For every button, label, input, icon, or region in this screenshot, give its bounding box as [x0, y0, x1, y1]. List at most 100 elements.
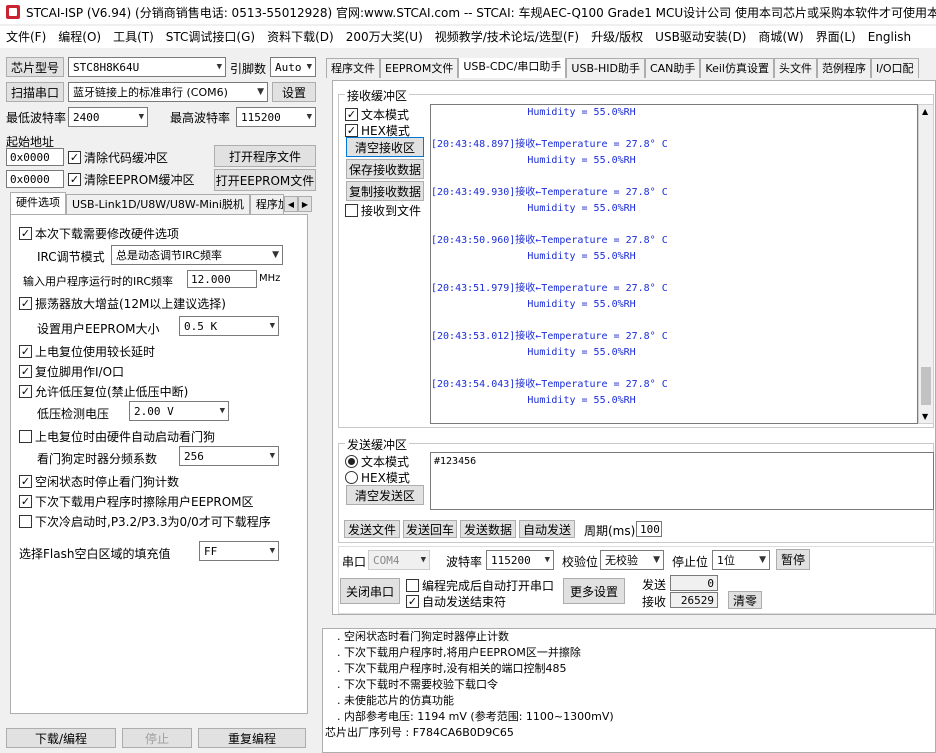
irc-mode-select[interactable]: 总是动态调节IRC频率 ▼: [111, 245, 283, 265]
auto-open-port-checkbox[interactable]: [406, 579, 419, 592]
menu-upgrade[interactable]: 升级/版权: [585, 26, 649, 48]
hw-option-erase-eeprom[interactable]: ✓ 下次下载用户程序时擦除用户EEPROM区: [19, 493, 254, 510]
menu-tools[interactable]: 工具(T): [107, 26, 160, 48]
lvd-select[interactable]: 2.00 V ▼: [129, 401, 229, 421]
tab-program-encrypt[interactable]: 程序加: [249, 194, 284, 214]
tab-eeprom-file[interactable]: EEPROM文件: [380, 58, 459, 78]
menu-prize[interactable]: 200万大奖(U): [340, 26, 429, 48]
chip-model-select[interactable]: STC8H8K64U ▼: [68, 57, 226, 77]
hw-option-modify[interactable]: ✓ 本次下载需要修改硬件选项: [19, 225, 179, 242]
clear-count-button[interactable]: 清零: [728, 591, 762, 609]
wdt-auto-checkbox[interactable]: [19, 430, 32, 443]
menu-file[interactable]: 文件(F): [0, 26, 52, 48]
download-program-button[interactable]: 下载/编程: [6, 728, 116, 748]
send-text-mode-radio[interactable]: [345, 455, 358, 468]
close-port-button[interactable]: 关闭串口: [340, 578, 400, 604]
more-settings-button[interactable]: 更多设置: [563, 578, 625, 604]
clear-code-checkbox[interactable]: ✓: [68, 151, 81, 164]
eeprom-size-select[interactable]: 0.5 K ▼: [179, 316, 279, 336]
menu-program[interactable]: 编程(O): [52, 26, 107, 48]
copy-receive-button[interactable]: 复制接收数据: [346, 181, 424, 201]
max-baud-select[interactable]: 115200 ▼: [236, 107, 316, 127]
cold-boot-checkbox[interactable]: [19, 515, 32, 528]
hw-modify-checkbox[interactable]: ✓: [19, 227, 32, 240]
menu-video[interactable]: 视频教学/技术论坛/选型(F): [429, 26, 585, 48]
tab-usb-cdc-serial[interactable]: USB-CDC/串口助手: [458, 58, 567, 78]
tab-program-file[interactable]: 程序文件: [326, 58, 380, 78]
tab-usb-link-offline[interactable]: USB-Link1D/U8W/U8W-Mini脱机: [66, 194, 250, 214]
hw-option-wdt-auto[interactable]: 上电复位时由硬件自动启动看门狗: [19, 428, 215, 445]
log-output-panel[interactable]: . 空闲状态时看门狗定时器停止计数 . 下次下载用户程序时,将用户EEPROM区…: [322, 628, 936, 753]
tab-hardware-options[interactable]: 硬件选项: [10, 192, 66, 214]
hw-option-long-reset[interactable]: ✓ 上电复位使用较长延时: [19, 343, 155, 360]
recv-text-mode-option[interactable]: ✓ 文本模式: [345, 106, 409, 123]
period-input[interactable]: 100: [636, 521, 662, 537]
serial-baud-select[interactable]: 115200 ▼: [486, 550, 554, 570]
serial-port-select[interactable]: COM4 ▼: [368, 550, 430, 570]
send-data-button[interactable]: 发送数据: [460, 520, 516, 538]
hw-option-reset-io[interactable]: ✓ 复位脚用作I/O口: [19, 363, 124, 380]
auto-end-char-option[interactable]: ✓ 自动发送结束符: [406, 593, 506, 610]
menu-debug[interactable]: STC调试接口(G): [160, 26, 261, 48]
wdt-idle-checkbox[interactable]: ✓: [19, 475, 32, 488]
menu-download[interactable]: 资料下载(D): [261, 26, 340, 48]
menu-interface[interactable]: 界面(L): [810, 26, 862, 48]
save-receive-button[interactable]: 保存接收数据: [346, 159, 424, 179]
tab-scroll-left-icon[interactable]: ◀: [283, 196, 298, 212]
clear-eeprom-checkbox-row[interactable]: ✓ 清除EEPROM缓冲区: [68, 171, 195, 188]
clear-code-checkbox-row[interactable]: ✓ 清除代码缓冲区: [68, 149, 168, 166]
eeprom-address-input[interactable]: 0x0000: [6, 170, 64, 188]
reset-io-checkbox[interactable]: ✓: [19, 365, 32, 378]
min-baud-select[interactable]: 2400 ▼: [68, 107, 148, 127]
code-address-input[interactable]: 0x0000: [6, 148, 64, 166]
menu-usb-driver[interactable]: USB驱动安装(D): [649, 26, 752, 48]
flash-fill-select[interactable]: FF ▼: [199, 541, 279, 561]
port-settings-button[interactable]: 设置: [272, 82, 316, 102]
osc-gain-checkbox[interactable]: ✓: [19, 297, 32, 310]
hw-option-lvr[interactable]: ✓ 允许低压复位(禁止低压中断): [19, 383, 188, 400]
long-reset-checkbox[interactable]: ✓: [19, 345, 32, 358]
parity-select[interactable]: 无校验 ▼: [600, 550, 664, 570]
tab-can[interactable]: CAN助手: [644, 58, 701, 78]
chip-model-button[interactable]: 芯片型号: [6, 57, 64, 77]
irc-freq-input[interactable]: 12.000: [187, 270, 257, 288]
recv-text-mode-checkbox[interactable]: ✓: [345, 108, 358, 121]
send-textarea[interactable]: #123456: [430, 452, 934, 510]
tab-keil-debug[interactable]: Keil仿真设置: [700, 58, 774, 78]
tab-examples[interactable]: 范例程序: [816, 58, 871, 78]
pins-select[interactable]: Auto ▼: [270, 57, 316, 77]
scroll-up-icon[interactable]: ▲: [922, 107, 928, 116]
hw-option-wdt-idle[interactable]: ✓ 空闲状态时停止看门狗计数: [19, 473, 179, 490]
auto-open-port-option[interactable]: 编程完成后自动打开串口: [406, 577, 554, 594]
clear-receive-button[interactable]: 清空接收区: [346, 137, 424, 157]
send-hex-mode-option[interactable]: HEX模式: [345, 469, 410, 486]
pause-button[interactable]: 暂停: [776, 549, 810, 570]
tab-usb-hid[interactable]: USB-HID助手: [566, 58, 645, 78]
reprogram-button[interactable]: 重复编程: [198, 728, 306, 748]
menu-english[interactable]: English: [862, 26, 917, 48]
tab-header-file[interactable]: 头文件: [773, 58, 817, 78]
hw-option-osc-gain[interactable]: ✓ 振荡器放大增益(12M以上建议选择): [19, 295, 226, 312]
recv-to-file-option[interactable]: 接收到文件: [345, 202, 421, 219]
receive-scrollbar[interactable]: ▲ ▼: [918, 104, 934, 424]
clear-send-button[interactable]: 清空发送区: [346, 485, 424, 505]
hw-option-cold-boot[interactable]: 下次冷启动时,P3.2/P3.3为0/0才可下载程序: [19, 513, 271, 530]
tab-io-config[interactable]: I/O口配: [870, 58, 919, 78]
send-text-mode-option[interactable]: 文本模式: [345, 453, 409, 470]
send-enter-button[interactable]: 发送回车: [403, 520, 457, 538]
erase-eeprom-checkbox[interactable]: ✓: [19, 495, 32, 508]
auto-send-button[interactable]: 自动发送: [519, 520, 575, 538]
scan-port-button[interactable]: 扫描串口: [6, 82, 64, 102]
stop-bits-select[interactable]: 1位 ▼: [712, 550, 770, 570]
receive-scroll-thumb[interactable]: [921, 367, 931, 405]
stop-button[interactable]: 停止: [122, 728, 192, 748]
wdt-prescale-select[interactable]: 256 ▼: [179, 446, 279, 466]
send-hex-mode-radio[interactable]: [345, 471, 358, 484]
receive-textarea[interactable]: Humidity = 55.0%RH [20:43:48.897]接收←Temp…: [430, 104, 918, 424]
recv-to-file-checkbox[interactable]: [345, 204, 358, 217]
tab-scroll-right-icon[interactable]: ▶: [297, 196, 312, 212]
open-program-file-button[interactable]: 打开程序文件: [214, 145, 316, 167]
clear-eeprom-checkbox[interactable]: ✓: [68, 173, 81, 186]
scroll-down-icon[interactable]: ▼: [922, 412, 928, 421]
lvr-checkbox[interactable]: ✓: [19, 385, 32, 398]
